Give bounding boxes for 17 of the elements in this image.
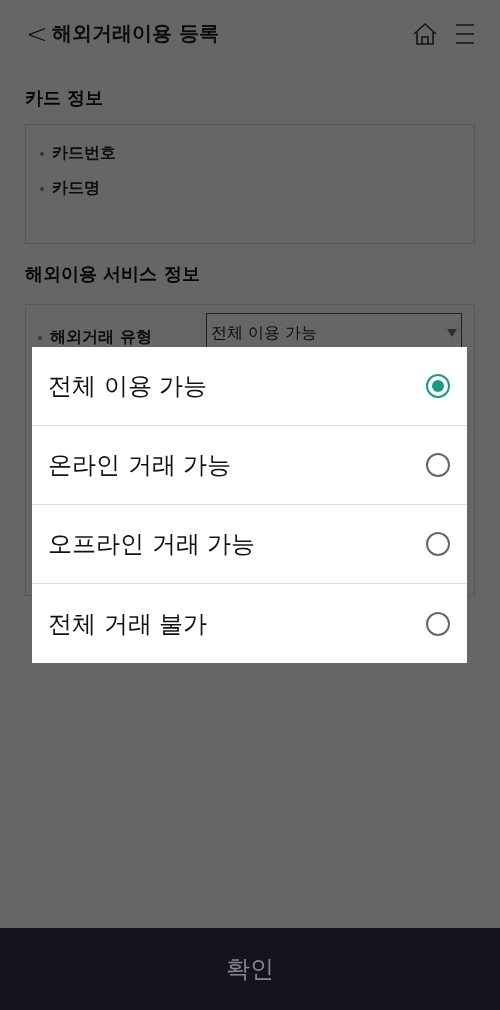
menu-icon[interactable] bbox=[454, 22, 476, 45]
radio-button[interactable] bbox=[425, 610, 451, 637]
section-title: 카드 정보 bbox=[25, 86, 105, 110]
radio-button[interactable] bbox=[425, 531, 451, 557]
home-icon[interactable] bbox=[412, 21, 438, 46]
radio-button[interactable] bbox=[425, 452, 451, 478]
radio-button[interactable] bbox=[425, 373, 451, 399]
info-label: 카드번호 bbox=[52, 143, 116, 164]
confirm-button[interactable]: 확인 bbox=[0, 928, 500, 1010]
page-title: 해외거래이용 등록 bbox=[51, 20, 220, 47]
bullet-icon bbox=[38, 335, 42, 340]
section-title: 해외이용 서비스 정보 bbox=[25, 262, 201, 286]
bullet-icon bbox=[40, 186, 44, 191]
caret-icon bbox=[447, 329, 457, 337]
bullet-icon bbox=[40, 151, 44, 156]
field-label: 해외거래 유형 bbox=[50, 327, 152, 348]
info-label: 카드명 bbox=[52, 178, 100, 199]
